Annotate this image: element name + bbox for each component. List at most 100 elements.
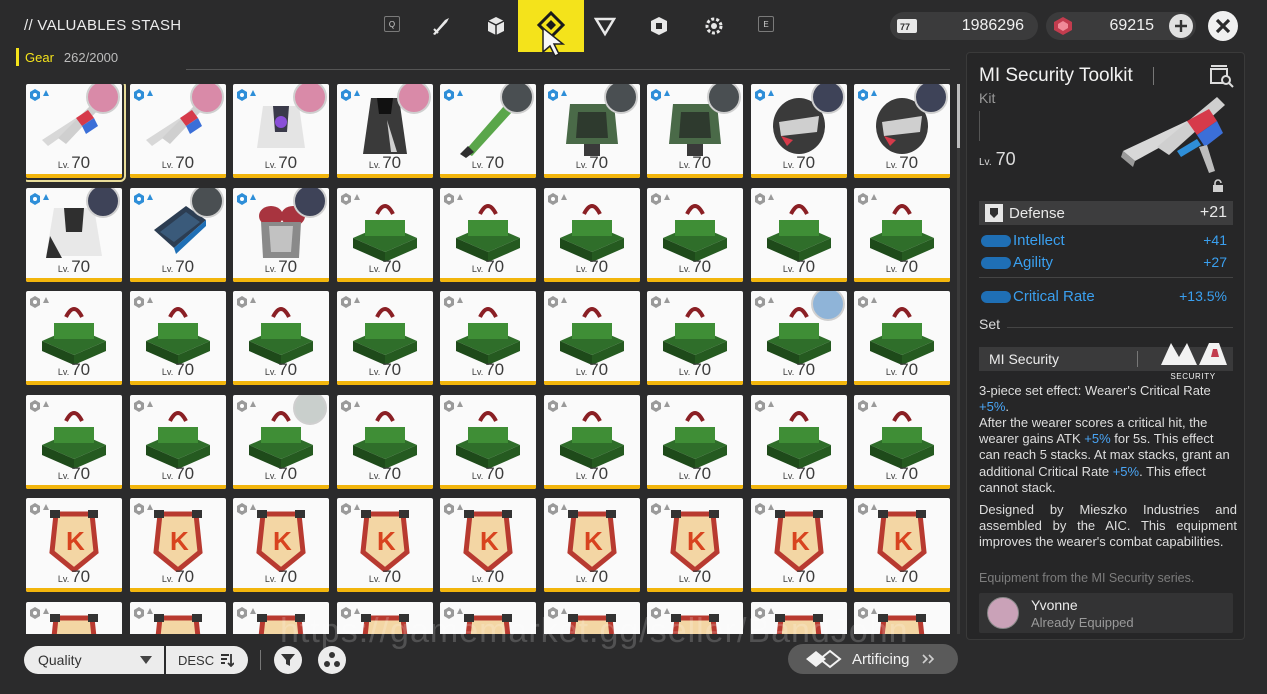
rarity-stripe: [440, 174, 536, 178]
gear-count: 262/2000: [63, 49, 119, 65]
lock-icon[interactable]: [1211, 179, 1225, 193]
tab-misc[interactable]: [696, 8, 732, 44]
gear-card[interactable]: Lv. 70: [337, 188, 433, 282]
equipped-avatar: [707, 84, 741, 114]
gear-card[interactable]: Lv. 70: [647, 291, 743, 385]
gear-card[interactable]: K Lv. 70: [26, 498, 122, 592]
t-creds-counter[interactable]: 77 1986296: [890, 12, 1038, 40]
gear-card[interactable]: Lv. 70: [544, 84, 640, 178]
gear-card[interactable]: Lv. 70: [854, 188, 950, 282]
close-button[interactable]: [1208, 11, 1238, 41]
gear-card[interactable]: Lv. 70: [544, 188, 640, 282]
sort-select[interactable]: Quality: [24, 646, 164, 674]
level-value: 70: [899, 257, 919, 276]
gear-card[interactable]: Lv. 70: [233, 291, 329, 385]
rarity-stripe: [544, 174, 640, 178]
tab-materials[interactable]: [641, 8, 677, 44]
gear-card[interactable]: Lv. 70: [544, 291, 640, 385]
gear-level: Lv. 70: [130, 153, 226, 173]
gear-card[interactable]: Lv. 70: [130, 84, 226, 178]
level-prefix: Lv.: [885, 574, 898, 584]
sort-order-button[interactable]: DESC: [166, 646, 248, 674]
quality-badge-icon: [134, 296, 153, 308]
set-label: Set: [979, 316, 1001, 332]
level-value: 70: [382, 153, 402, 172]
gear-card[interactable]: Lv. 70: [751, 291, 847, 385]
tab-cube[interactable]: [478, 8, 514, 44]
tab-weapons[interactable]: [423, 8, 459, 44]
gear-card[interactable]: Lv. 70: [130, 188, 226, 282]
gear-card[interactable]: Lv. 70: [751, 188, 847, 282]
gear-level: Lv. 70: [337, 360, 433, 380]
gear-card[interactable]: Lv. 70: [337, 84, 433, 178]
gear-card[interactable]: Lv. 70: [337, 291, 433, 385]
gear-card[interactable]: K Lv. 70: [544, 498, 640, 592]
equipped-avatar: [190, 84, 224, 114]
level-value: 70: [485, 153, 505, 172]
gear-card[interactable]: K Lv. 70: [647, 498, 743, 592]
quality-badge-icon: [30, 400, 49, 412]
watermark: https://gamemarket.gg/seller/BandJohn: [280, 612, 909, 650]
level-prefix: Lv.: [782, 574, 795, 584]
gear-card[interactable]: Lv. 70: [854, 84, 950, 178]
gear-card[interactable]: Lv. 70: [647, 84, 743, 178]
gear-card[interactable]: Lv. 70: [751, 395, 847, 489]
level-value: 70: [71, 567, 91, 586]
gear-card[interactable]: K Lv. 70: [130, 498, 226, 592]
add-currency-button[interactable]: [1169, 14, 1193, 38]
gear-card[interactable]: Lv. 70: [233, 84, 329, 178]
tab-triangle[interactable]: [587, 8, 623, 44]
level-value: 70: [589, 360, 609, 379]
gear-card[interactable]: Lv. 70: [440, 188, 536, 282]
scrollbar-track[interactable]: [957, 84, 960, 634]
rarity-stripe: [751, 588, 847, 592]
gear-level: Lv. 70: [130, 464, 226, 484]
gear-card[interactable]: Lv. 70: [26, 395, 122, 489]
gear-level: Lv. 70: [337, 567, 433, 587]
gear-card[interactable]: Lv. 70: [233, 188, 329, 282]
gear-card[interactable]: K: [130, 602, 226, 634]
desc-highlight: +5%: [1084, 431, 1111, 447]
gear-card[interactable]: Lv. 70: [130, 395, 226, 489]
level-prefix: Lv.: [368, 160, 381, 170]
gear-card[interactable]: Lv. 70: [337, 395, 433, 489]
gear-card[interactable]: Lv. 70: [854, 395, 950, 489]
gear-card[interactable]: K Lv. 70: [751, 498, 847, 592]
gear-card[interactable]: Lv. 70: [26, 84, 126, 182]
gear-card[interactable]: Lv. 70: [440, 395, 536, 489]
gear-card[interactable]: Lv. 70: [647, 395, 743, 489]
desc-highlight: +5%: [1112, 463, 1140, 479]
gear-card[interactable]: Lv. 70: [440, 84, 536, 178]
gear-level: Lv. 70: [647, 257, 743, 277]
gear-card[interactable]: K Lv. 70: [440, 498, 536, 592]
gear-card[interactable]: K Lv. 70: [337, 498, 433, 592]
artificing-label: Artificing: [852, 650, 910, 668]
gear-card[interactable]: K: [26, 602, 122, 634]
level-value: 70: [71, 464, 91, 483]
level-value: 70: [485, 360, 505, 379]
gear-card[interactable]: Lv. 70: [854, 291, 950, 385]
gear-card[interactable]: Lv. 70: [26, 188, 122, 282]
rarity-stripe: [337, 588, 433, 592]
cog-icon: [705, 17, 723, 35]
divider: [979, 277, 1233, 278]
level-value: 70: [175, 153, 195, 172]
gear-card[interactable]: Lv. 70: [233, 395, 329, 489]
level-prefix: Lv.: [575, 264, 588, 274]
gear-level: Lv. 70: [854, 153, 950, 173]
quality-badge-icon: [444, 193, 463, 205]
gear-card[interactable]: Lv. 70: [26, 291, 122, 385]
svg-text:K: K: [480, 526, 499, 556]
gear-card[interactable]: Lv. 70: [544, 395, 640, 489]
equipped-avatar: [293, 188, 327, 218]
inspect-icon[interactable]: [1209, 63, 1235, 89]
scrollbar-thumb[interactable]: [957, 84, 960, 148]
gear-card[interactable]: Lv. 70: [130, 291, 226, 385]
gear-card[interactable]: K Lv. 70: [854, 498, 950, 592]
gear-card[interactable]: K Lv. 70: [233, 498, 329, 592]
gear-card[interactable]: Lv. 70: [440, 291, 536, 385]
desc-text: 3-piece set effect: Wearer's Critical Ra…: [979, 383, 1211, 398]
gear-card[interactable]: Lv. 70: [751, 84, 847, 178]
equipped-by[interactable]: Yvonne Already Equipped: [979, 593, 1233, 633]
gear-card[interactable]: Lv. 70: [647, 188, 743, 282]
